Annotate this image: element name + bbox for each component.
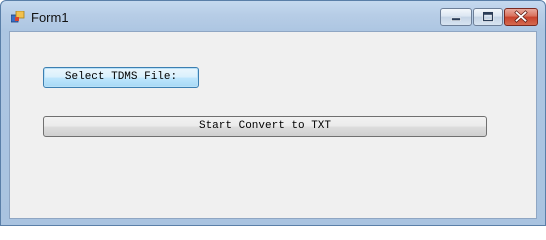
window-title: Form1: [31, 10, 69, 25]
maximize-icon: [482, 11, 494, 22]
close-button[interactable]: [504, 8, 538, 26]
app-icon: [11, 11, 25, 23]
maximize-button[interactable]: [473, 8, 503, 26]
select-tdms-file-button[interactable]: Select TDMS File:: [43, 67, 199, 88]
close-icon: [514, 10, 528, 23]
minimize-icon: [451, 17, 461, 21]
minimize-button[interactable]: [440, 8, 472, 26]
form-client-area: Select TDMS File: Start Convert to TXT: [9, 31, 537, 219]
title-bar[interactable]: Form1: [1, 1, 545, 31]
start-convert-button[interactable]: Start Convert to TXT: [43, 116, 487, 137]
app-window: Form1 Select TDMS File: Start Convert to…: [0, 0, 546, 226]
